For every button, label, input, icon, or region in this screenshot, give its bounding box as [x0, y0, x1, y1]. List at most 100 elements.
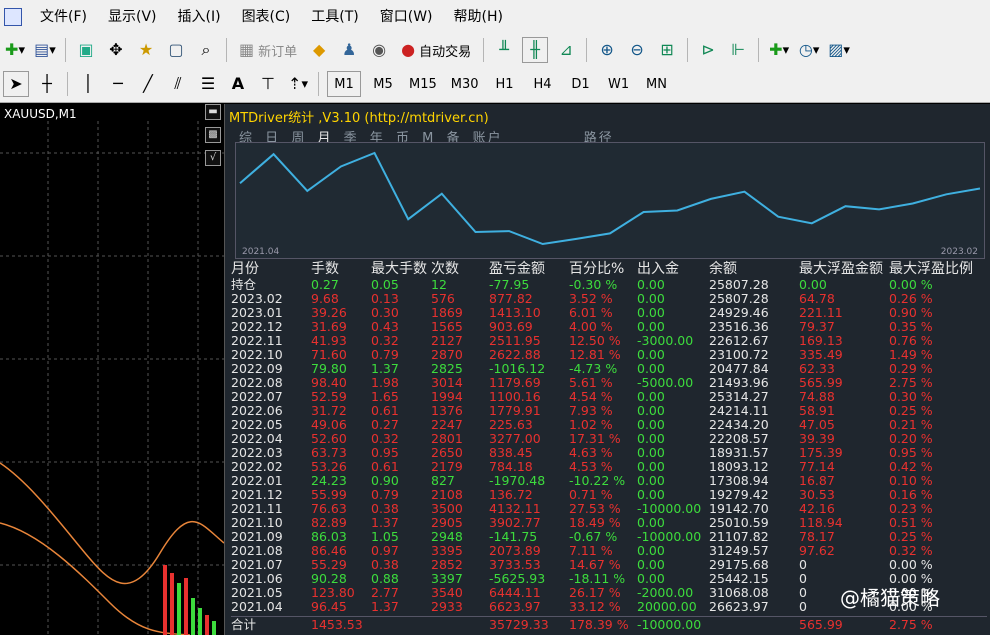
menu-charts[interactable]: 图表(C)	[232, 0, 302, 34]
metaeditor-icon[interactable]: ◆	[307, 38, 331, 62]
text-icon[interactable]: A	[226, 72, 250, 96]
strategy-tester-icon[interactable]: ⌕	[194, 38, 218, 62]
table-row: 2022.05 49.06 0.27 2247 225.63 1.02 % 0.00 2243…	[231, 418, 987, 432]
cell-pct: -18.11 %	[569, 572, 626, 586]
fibonacci-icon[interactable]: ☰	[196, 72, 220, 96]
text-label-icon[interactable]: ⊤	[256, 72, 280, 96]
horizontal-line-icon[interactable]: ─	[106, 72, 130, 96]
cell-pct: 4.00 %	[569, 320, 613, 334]
cell-lots: 71.60	[311, 348, 347, 362]
cell-m: 2022.02	[231, 460, 283, 474]
vertical-line-icon[interactable]: │	[76, 72, 100, 96]
cursor-icon[interactable]: ➤	[3, 71, 29, 97]
cell-cnt: 3540	[431, 586, 463, 600]
signals-icon[interactable]: ◉	[367, 38, 391, 62]
cell-pl: -141.75	[489, 530, 538, 544]
cell-lots: 39.26	[311, 306, 347, 320]
cell-pct: -0.30 %	[569, 278, 618, 292]
panel-toggle-icon[interactable]: ▩	[205, 127, 221, 143]
indicators-icon[interactable]: ✚ ▾	[767, 38, 791, 62]
timeframe-h4-button[interactable]: H4	[527, 72, 559, 96]
cell-lots: 9.68	[311, 292, 339, 306]
cell-m: 2021.12	[231, 488, 283, 502]
market-watch-icon[interactable]: ▣	[74, 38, 98, 62]
timeframe-m5-button[interactable]: M5	[367, 72, 399, 96]
cell-lots: 82.89	[311, 516, 347, 530]
cell-maxlots: 0.30	[371, 306, 399, 320]
cell-io: 0.00	[637, 320, 665, 334]
terminal-icon[interactable]: ▢	[164, 38, 188, 62]
crosshair-icon[interactable]: ┼	[35, 72, 59, 96]
cell-bal: 22612.67	[709, 334, 769, 348]
menu-help[interactable]: 帮助(H)	[444, 0, 514, 34]
menu-insert[interactable]: 插入(I)	[168, 0, 232, 34]
community-icon[interactable]: ♟	[337, 38, 361, 62]
templates-icon[interactable]: ▨ ▾	[827, 38, 851, 62]
cell-m: 2022.03	[231, 446, 283, 460]
cell-cnt: 12	[431, 278, 447, 292]
menu-tools[interactable]: 工具(T)	[301, 0, 369, 34]
cell-mfep: 0.51 %	[889, 516, 933, 530]
tile-windows-icon[interactable]: ⊞	[655, 38, 679, 62]
cell-bal: 29175.68	[709, 558, 769, 572]
menu-window[interactable]: 窗口(W)	[370, 0, 444, 34]
cell-pct: 5.61 %	[569, 376, 613, 390]
menu-view[interactable]: 显示(V)	[98, 0, 168, 34]
auto-trading-button[interactable]: ● 自动交易	[397, 38, 475, 62]
bar-chart-icon[interactable]: ╨	[492, 38, 516, 62]
line-chart-icon[interactable]: ⊿	[554, 38, 578, 62]
arrows-icon[interactable]: ⇡ ▾	[286, 72, 310, 96]
separator	[586, 38, 588, 62]
separator	[226, 38, 227, 62]
cell-m: 2023.02	[231, 292, 283, 306]
cell-pl: 3902.77	[489, 516, 541, 530]
timeframe-m1-button[interactable]: M1	[327, 71, 361, 97]
timeframe-w1-button[interactable]: W1	[603, 72, 635, 96]
candlestick-icon[interactable]: ╫	[522, 37, 549, 63]
navigator-icon[interactable]: ★	[134, 38, 158, 62]
cell-io: 0.00	[637, 390, 665, 404]
cell-lots: 52.60	[311, 432, 347, 446]
trendline-icon[interactable]: ╱	[136, 72, 160, 96]
equity-curve-line	[239, 151, 981, 246]
cell-cnt: 1869	[431, 306, 463, 320]
cell-m: 2022.11	[231, 334, 283, 348]
equidistant-channel-icon[interactable]: ⫽	[166, 72, 190, 96]
cell-cnt: 1994	[431, 390, 463, 404]
cell-cnt: 2825	[431, 362, 463, 376]
cell-bal: 18093.12	[709, 460, 769, 474]
cell-io: 0.00	[637, 460, 665, 474]
cell-m: 2022.12	[231, 320, 283, 334]
zoom-out-icon[interactable]: ⊖	[625, 38, 649, 62]
cell-mfep: 0.00 %	[889, 558, 933, 572]
cell-mfep: 2.75 %	[889, 376, 933, 390]
timeframe-m15-button[interactable]: M15	[405, 72, 441, 96]
cell-mfe: 39.39	[799, 432, 835, 446]
timeframe-h1-button[interactable]: H1	[489, 72, 521, 96]
chart-shift-icon[interactable]: ⊳	[696, 38, 720, 62]
minimize-icon[interactable]: ▬	[205, 104, 221, 120]
table-row: 2022.10 71.60 0.79 2870 2622.88 12.81 % 0.00 23…	[231, 348, 987, 362]
new-chart-icon[interactable]: ✚ ▾	[3, 38, 27, 62]
timeframe-mn-button[interactable]: MN	[641, 72, 673, 96]
new-order-button[interactable]: ▦ 新订单	[235, 38, 301, 62]
timeframe-d1-button[interactable]: D1	[565, 72, 597, 96]
cell-maxlots: 0.79	[371, 488, 399, 502]
profiles-icon[interactable]: ▤ ▾	[33, 38, 57, 62]
periods-icon[interactable]: ◷ ▾	[797, 38, 821, 62]
sqrt-icon[interactable]: √	[205, 150, 221, 166]
cell-mfe: 42.16	[799, 502, 835, 516]
header-max-float-profit: 最大浮盈金额	[799, 261, 883, 277]
cell-maxlots: 0.61	[371, 460, 399, 474]
cell-lots: 24.23	[311, 474, 347, 488]
zoom-in-icon[interactable]: ⊕	[595, 38, 619, 62]
data-window-icon[interactable]: ✥	[104, 38, 128, 62]
equity-curve-chart: 2021.04 2023.02	[235, 142, 985, 259]
cell-lots: 86.03	[311, 530, 347, 544]
auto-scroll-icon[interactable]: ⊩	[726, 38, 750, 62]
cell-mfe: 64.78	[799, 292, 835, 306]
timeframe-m30-button[interactable]: M30	[447, 72, 483, 96]
cell-bal: 20477.84	[709, 362, 769, 376]
cell-io: 0.00	[637, 306, 665, 320]
menu-file[interactable]: 文件(F)	[30, 0, 98, 34]
